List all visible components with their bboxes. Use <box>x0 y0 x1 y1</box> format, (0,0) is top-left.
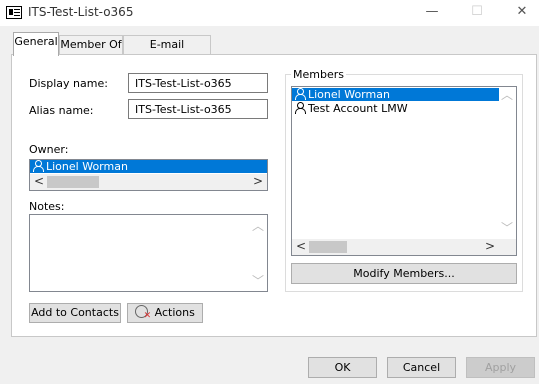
contact-card-icon <box>6 6 22 19</box>
notes-label: Notes: <box>29 200 65 213</box>
alias-name-field[interactable]: ITS-Test-List-o365 <box>128 99 268 119</box>
display-name-field[interactable]: ITS-Test-List-o365 <box>128 73 268 93</box>
add-to-contacts-button[interactable]: Add to Contacts <box>29 303 121 323</box>
minimize-button[interactable]: — <box>410 0 454 26</box>
scroll-up-icon[interactable]: ︿ <box>501 89 513 102</box>
close-button[interactable]: ✕ <box>500 0 539 26</box>
actions-button[interactable]: ✕ Actions <box>127 303 203 323</box>
member-item-lionel-worman[interactable]: Lionel Worman <box>292 88 499 101</box>
display-name-label: Display name: <box>29 77 108 90</box>
modify-members-button[interactable]: Modify Members... <box>291 263 517 284</box>
maximize-button[interactable]: ☐ <box>455 0 499 26</box>
members-horizontal-scrollbar[interactable]: < > <box>292 239 516 255</box>
dialog-footer <box>0 337 539 384</box>
scroll-right-icon[interactable]: > <box>484 240 496 253</box>
actions-label: Actions <box>154 306 195 319</box>
person-icon <box>295 102 306 114</box>
person-icon <box>33 160 44 172</box>
scroll-left-icon[interactable]: < <box>295 240 307 253</box>
scrollbar-thumb[interactable] <box>309 241 347 253</box>
owner-horizontal-scrollbar[interactable]: < > <box>30 174 267 190</box>
tab-email-addresses[interactable]: E-mail Addresses <box>123 35 211 69</box>
window-title: ITS-Test-List-o365 <box>28 5 134 19</box>
tab-member-of[interactable]: Member Of <box>59 35 123 55</box>
apply-button[interactable]: Apply <box>466 357 535 378</box>
owner-label: Owner: <box>29 143 69 156</box>
scroll-down-icon[interactable]: ﹀ <box>501 222 513 235</box>
members-listbox[interactable]: Lionel Worman Test Account LMW ︿ ﹀ < > <box>291 86 517 256</box>
tab-general[interactable]: General <box>13 32 59 56</box>
owner-listbox[interactable]: Lionel Worman < > <box>29 159 268 191</box>
alias-name-label: Alias name: <box>29 104 94 117</box>
person-icon <box>295 88 306 100</box>
scroll-up-icon[interactable]: ︿ <box>252 220 264 233</box>
cancel-button[interactable]: Cancel <box>387 357 456 378</box>
owner-item[interactable]: Lionel Worman <box>30 160 267 173</box>
member-item-test-account-lmw[interactable]: Test Account LMW <box>292 102 408 115</box>
scroll-left-icon[interactable]: < <box>33 175 45 188</box>
ok-button[interactable]: OK <box>308 357 377 378</box>
scrollbar-thumb[interactable] <box>47 176 99 188</box>
notes-textarea[interactable]: ︿ ﹀ <box>29 214 268 292</box>
scroll-down-icon[interactable]: ﹀ <box>252 275 264 288</box>
actions-icon: ✕ <box>135 305 151 321</box>
members-label: Members <box>291 68 346 81</box>
scroll-right-icon[interactable]: > <box>252 175 264 188</box>
